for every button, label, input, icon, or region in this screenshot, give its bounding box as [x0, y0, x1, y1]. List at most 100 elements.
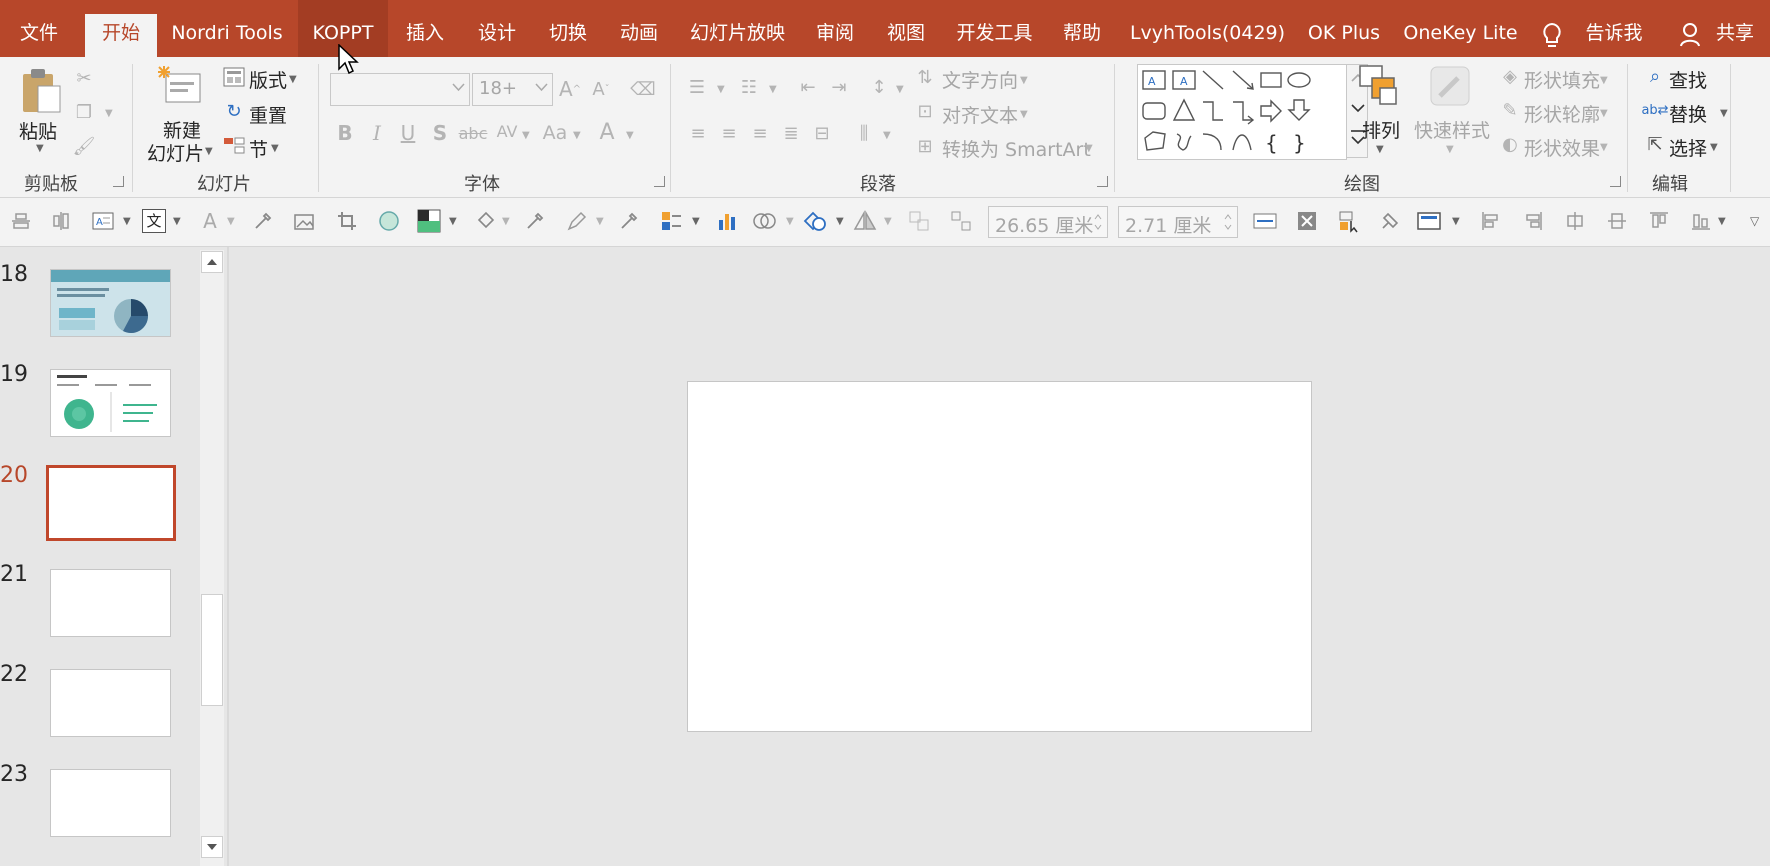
- crop-icon[interactable]: [332, 206, 362, 236]
- smartart-label[interactable]: 转换为 SmartArt: [942, 135, 1091, 162]
- increase-indent-icon[interactable]: ⇥: [826, 74, 852, 100]
- strikethrough-icon[interactable]: abc: [458, 120, 488, 146]
- flip-icon[interactable]: [850, 206, 880, 236]
- shadow-icon[interactable]: S: [428, 120, 452, 146]
- tab-nordri-tools[interactable]: Nordri Tools: [162, 0, 292, 57]
- pen-outline-icon[interactable]: [562, 206, 592, 236]
- align-top-objects-icon[interactable]: [1602, 206, 1632, 236]
- bar-chart-icon[interactable]: [712, 206, 742, 236]
- italic-icon[interactable]: I: [365, 120, 389, 146]
- copy-icon[interactable]: ❐: [70, 98, 98, 126]
- toolbar-overflow-caret[interactable]: ▽: [1750, 214, 1759, 228]
- tab-developer[interactable]: 开发工具: [952, 0, 1037, 57]
- layout-dropdown-caret[interactable]: ▼: [289, 74, 297, 85]
- arrange-icon[interactable]: [1358, 64, 1402, 112]
- reset-label[interactable]: 重置: [249, 101, 287, 128]
- font-color-dropdown-caret[interactable]: ▼: [626, 130, 634, 141]
- reset-icon[interactable]: ↻: [222, 100, 246, 122]
- shape-outline-dropdown-caret[interactable]: ▼: [1600, 108, 1608, 119]
- tab-lvyhtools[interactable]: LvyhTools(0429): [1125, 0, 1290, 57]
- quick-styles-label[interactable]: 快速样式: [1414, 116, 1490, 143]
- spacing-dropdown-caret[interactable]: ▼: [522, 130, 530, 141]
- change-case-icon[interactable]: Aa: [538, 120, 572, 146]
- eyedropper-2-icon[interactable]: [520, 206, 550, 236]
- align-text-label[interactable]: 对齐文本: [942, 101, 1018, 128]
- shape-effects-dropdown-caret[interactable]: ▼: [1600, 142, 1608, 153]
- align-center-vertical-icon[interactable]: [46, 206, 76, 236]
- drawing-launcher-icon[interactable]: [1610, 176, 1621, 187]
- select-dropdown-caret[interactable]: ▼: [1710, 142, 1718, 153]
- tab-home[interactable]: 开始: [85, 14, 157, 57]
- line-spacing-icon[interactable]: ↕: [866, 74, 892, 100]
- tab-onekey-lite[interactable]: OneKey Lite: [1398, 0, 1523, 57]
- scroll-down-button[interactable]: [201, 836, 223, 858]
- distribute-dropdown-caret[interactable]: ▼: [1718, 216, 1726, 227]
- pen-dropdown-caret[interactable]: ▼: [596, 216, 604, 227]
- font-size-combo[interactable]: 18+: [472, 73, 553, 106]
- new-slide-icon[interactable]: [156, 64, 204, 108]
- shape-fill-color-icon[interactable]: [414, 206, 444, 236]
- align-left-icon[interactable]: ≡: [686, 121, 710, 145]
- layout-label[interactable]: 版式: [249, 66, 287, 93]
- tab-file[interactable]: 文件: [0, 0, 78, 57]
- paragraph-launcher-icon[interactable]: [1097, 176, 1108, 187]
- scrollbar-thumb[interactable]: [201, 594, 223, 706]
- tab-view[interactable]: 视图: [876, 0, 936, 57]
- text-effects-dropdown-caret[interactable]: ▼: [692, 216, 700, 227]
- intersect-dropdown-caret[interactable]: ▼: [836, 216, 844, 227]
- format-painter-icon[interactable]: 🖌: [70, 132, 98, 160]
- picture-icon[interactable]: [290, 206, 320, 236]
- replace-dropdown-caret[interactable]: ▼: [1720, 108, 1728, 119]
- new-slide-dropdown-caret[interactable]: ▼: [205, 146, 213, 157]
- justify-icon[interactable]: ≣: [779, 121, 803, 145]
- shape-outline-label[interactable]: 形状轮廓: [1524, 100, 1600, 127]
- textbox-dropdown-caret[interactable]: ▼: [123, 216, 131, 227]
- slide-canvas[interactable]: [687, 381, 1312, 732]
- tab-ok-plus[interactable]: OK Plus: [1300, 0, 1388, 57]
- section-dropdown-caret[interactable]: ▼: [271, 143, 279, 154]
- bullets-icon[interactable]: ☰: [684, 74, 710, 100]
- smartart-dropdown-caret[interactable]: ▼: [1085, 143, 1093, 154]
- character-spacing-icon[interactable]: AV: [492, 118, 522, 144]
- text-effects-icon[interactable]: [656, 206, 686, 236]
- text-direction-dropdown-caret[interactable]: ▼: [1020, 75, 1028, 86]
- section-icon[interactable]: [222, 135, 246, 157]
- shape-outline-icon[interactable]: ✎: [1498, 98, 1522, 122]
- arrange-dropdown-caret[interactable]: ▼: [1376, 144, 1384, 155]
- numbering-icon[interactable]: ☷: [736, 74, 762, 100]
- quick-styles-icon[interactable]: [1428, 64, 1474, 112]
- slide-thumbnail[interactable]: [50, 569, 171, 637]
- tab-insert[interactable]: 插入: [395, 0, 455, 57]
- columns-dropdown-caret[interactable]: ▼: [883, 130, 891, 141]
- slide-thumbnail[interactable]: [50, 669, 171, 737]
- fill-color-dropdown-caret[interactable]: ▼: [449, 216, 457, 227]
- shapes-gallery-icons[interactable]: A A { }: [1137, 64, 1347, 160]
- arrange-label[interactable]: 排列: [1362, 116, 1400, 143]
- align-distribute-icon[interactable]: [6, 206, 36, 236]
- shape-fill-icon[interactable]: ◈: [1498, 64, 1522, 88]
- shape-fill-label[interactable]: 形状填充: [1524, 66, 1600, 93]
- font-color-quick-icon[interactable]: A: [195, 206, 225, 236]
- tab-animations[interactable]: 动画: [609, 0, 669, 57]
- thumbnail-scrollbar[interactable]: [200, 250, 224, 866]
- oval-shape-icon[interactable]: [374, 206, 404, 236]
- shape-width-spinner[interactable]: 26.65 厘米: [988, 206, 1108, 238]
- align-center-icon[interactable]: ≡: [717, 121, 741, 145]
- quick-styles-dropdown-caret[interactable]: ▼: [1446, 144, 1454, 155]
- eyedropper-icon[interactable]: [248, 206, 278, 236]
- bucket-dropdown-caret[interactable]: ▼: [502, 216, 510, 227]
- line-spacing-dropdown-caret[interactable]: ▼: [896, 84, 904, 95]
- align-middle-objects-icon[interactable]: [1560, 206, 1590, 236]
- tab-slideshow[interactable]: 幻灯片放映: [680, 0, 795, 57]
- font-name-combo[interactable]: [330, 73, 470, 106]
- smartart-icon[interactable]: ⊞: [913, 133, 937, 159]
- increase-font-icon[interactable]: A ^: [557, 76, 583, 102]
- bullets-dropdown-caret[interactable]: ▼: [717, 84, 725, 95]
- slide-thumbnail-selected[interactable]: [46, 465, 176, 541]
- font-launcher-icon[interactable]: [654, 176, 665, 187]
- align-right-icon[interactable]: ≡: [748, 121, 772, 145]
- paste-clipboard-icon[interactable]: [20, 66, 62, 114]
- font-color-quick-dropdown-caret[interactable]: ▼: [227, 216, 235, 227]
- group-objects-icon[interactable]: [904, 206, 934, 236]
- frame-dropdown-caret[interactable]: ▼: [1452, 216, 1460, 227]
